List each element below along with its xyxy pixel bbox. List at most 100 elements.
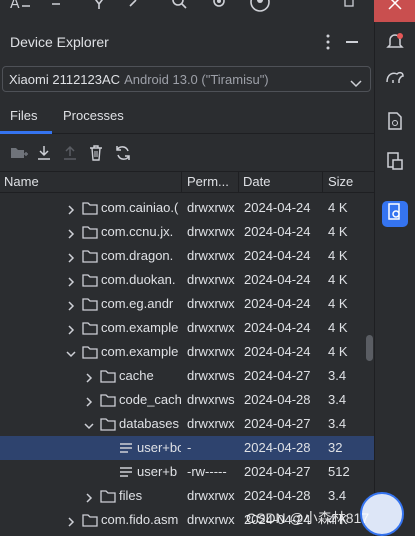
gradle-button[interactable] [382,66,408,92]
row-size: 4 K [328,224,348,239]
row-date: 2024-04-28 [244,488,311,503]
letters-a-icon[interactable]: A [10,0,32,14]
row-name: com.dragon. [101,248,174,263]
column-divider[interactable] [181,172,182,192]
file-toolbar [0,138,374,168]
arrows-icon[interactable] [128,0,146,14]
folder-icon [82,225,98,239]
table-header: Name Perm... Date Size [0,171,374,193]
chevron-down-icon[interactable] [66,347,76,358]
main-toolbar: A [0,0,374,22]
minimize-icon[interactable] [346,41,358,43]
row-name: files [119,488,143,503]
folder-icon [82,249,98,263]
row-permissions: drwxrwx [187,272,235,287]
chevron-right-icon[interactable] [84,371,94,383]
row-permissions: drwxrwx [187,512,235,527]
table-row[interactable]: files drwxrwx 2024-04-28 3.4 [0,484,374,508]
column-divider[interactable] [238,172,239,192]
account-icon[interactable] [249,0,271,16]
chevron-right-icon[interactable] [66,323,76,335]
chevron-down-icon[interactable] [84,419,94,430]
column-size[interactable]: Size [328,174,353,189]
row-name: com.example [101,320,179,335]
chevron-right-icon[interactable] [84,395,94,407]
chevron-right-icon[interactable] [66,515,76,527]
tab-bar: Files Processes [0,100,374,134]
folder-icon [100,369,116,383]
row-date: 2024-04-24 [244,248,311,263]
row-permissions: drwxrwx [187,344,235,359]
table-row[interactable]: com.dragon. drwxrwx 2024-04-24 4 K [0,244,374,268]
row-size: 4 K [328,248,348,263]
gradle-elephant-icon [385,68,405,90]
restore-window-icon[interactable] [344,0,356,13]
file-icon [118,441,134,455]
row-name: cache [119,368,154,383]
tab-processes[interactable]: Processes [63,100,133,134]
device-explorer-button[interactable] [382,201,408,227]
row-name: com.duokan. [101,272,176,287]
table-row[interactable]: com.eg.andr drwxrwx 2024-04-24 4 K [0,292,374,316]
row-date: 2024-04-27 [244,368,311,383]
row-name: com.cainiao.( [101,200,179,215]
row-size: 4 K [328,200,348,215]
folder-icon [82,201,98,215]
folder-icon [82,513,98,527]
panel-header: Device Explorer [0,22,374,62]
row-size: 3.4 [328,392,347,407]
column-name[interactable]: Name [4,174,39,189]
new-folder-icon[interactable] [10,145,28,161]
panel-title: Device Explorer [10,34,109,50]
chevron-right-icon[interactable] [66,227,76,239]
column-divider[interactable] [322,172,323,192]
refresh-icon[interactable] [114,145,130,161]
row-name: user+book.db [137,440,181,455]
search-icon[interactable] [170,0,188,14]
chevron-right-icon[interactable] [66,275,76,287]
row-permissions: drwxrwx [187,224,235,239]
commit-icon[interactable] [50,0,66,14]
folder-icon [82,273,98,287]
upload-icon[interactable] [62,145,78,161]
table-row[interactable]: com.duokan. drwxrwx 2024-04-24 4 K [0,268,374,292]
column-permissions[interactable]: Perm... [187,174,229,189]
table-row[interactable]: code_cach drwxrws 2024-04-28 3.4 [0,388,374,412]
branch-icon[interactable] [90,0,108,14]
table-row[interactable]: user+book.db- 2024-04-28 32 [0,436,374,460]
notifications-button[interactable] [382,30,408,56]
row-permissions: -rw----- [187,464,227,479]
chevron-right-icon[interactable] [66,203,76,215]
delete-icon[interactable] [88,145,104,161]
row-permissions: drwxrwx [187,320,235,335]
table-row[interactable]: com.cainiao.(drwxrwx 2024-04-24 4 K [0,196,374,220]
gear-icon[interactable] [210,0,228,14]
table-row[interactable]: com.example drwxrwx 2024-04-24 4 K [0,340,374,364]
table-row[interactable]: com.ccnu.jx. drwxrwx 2024-04-24 4 K [0,220,374,244]
column-date[interactable]: Date [243,174,270,189]
row-permissions: drwxrwx [187,296,235,311]
device-manager-button[interactable] [382,150,408,176]
chevron-right-icon[interactable] [66,299,76,311]
download-icon[interactable] [36,145,52,161]
logcat-button[interactable] [382,110,408,136]
device-explorer-icon [386,202,404,226]
row-date: 2024-04-24 [244,344,311,359]
tab-files[interactable]: Files [10,100,50,134]
folder-icon [100,417,116,431]
vertical-scrollbar[interactable] [366,335,373,361]
table-row[interactable]: cache drwxrws 2024-04-27 3.4 [0,364,374,388]
more-options-icon[interactable] [320,32,336,52]
close-window-button[interactable] [374,0,415,22]
table-row[interactable]: databases drwxrwx 2024-04-27 3.4 [0,412,374,436]
chevron-right-icon[interactable] [84,491,94,503]
table-row[interactable]: com.example drwxrwx 2024-04-24 4 K [0,316,374,340]
device-dropdown[interactable]: Xiaomi 2112123AC Android 13.0 ("Tiramisu"… [2,66,371,92]
folder-icon [82,345,98,359]
chevron-right-icon[interactable] [66,251,76,263]
folder-icon [100,489,116,503]
device-os-version: Android 13.0 ("Tiramisu") [124,72,269,87]
table-row[interactable]: user+b -rw----- 2024-04-27 512 [0,460,374,484]
file-icon [118,465,134,479]
row-name: com.example [101,344,179,359]
